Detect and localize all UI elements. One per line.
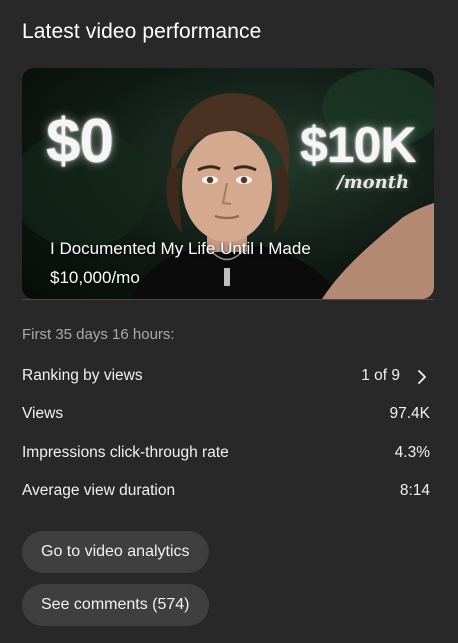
video-title: I Documented My Life Until I Made $10,00… bbox=[50, 239, 311, 287]
metric-value: 97.4K bbox=[389, 405, 430, 422]
see-comments-button[interactable]: See comments (574) bbox=[22, 584, 209, 626]
metric-label: Average view duration bbox=[22, 482, 176, 499]
video-thumbnail[interactable]: $0 $10K /month I Documented My Life Unti… bbox=[22, 68, 434, 299]
metric-value: 1 of 9 bbox=[361, 367, 400, 384]
metric-row-avg-duration: Average view duration 8:14 bbox=[22, 482, 434, 506]
metric-label: Impressions click-through rate bbox=[22, 444, 229, 461]
go-to-video-analytics-button[interactable]: Go to video analytics bbox=[22, 531, 209, 573]
metric-value: 4.3% bbox=[394, 444, 430, 461]
metric-value: 8:14 bbox=[399, 482, 430, 499]
chevron-right-icon bbox=[418, 370, 426, 384]
metric-row-views: Views 97.4K bbox=[22, 405, 434, 429]
period-label: First 35 days 16 hours: bbox=[22, 326, 175, 343]
divider bbox=[22, 299, 434, 300]
thumbnail-right-subtext: /month bbox=[337, 172, 410, 193]
metric-row-ctr: Impressions click-through rate 4.3% bbox=[22, 444, 434, 468]
metric-row-ranking[interactable]: Ranking by views 1 of 9 bbox=[22, 367, 434, 391]
metric-label: Views bbox=[22, 405, 64, 422]
card-title: Latest video performance bbox=[22, 20, 262, 43]
metric-label: Ranking by views bbox=[22, 367, 143, 384]
thumbnail-left-text: $0 bbox=[46, 107, 114, 176]
thumbnail-right-text: $10K bbox=[300, 117, 417, 173]
